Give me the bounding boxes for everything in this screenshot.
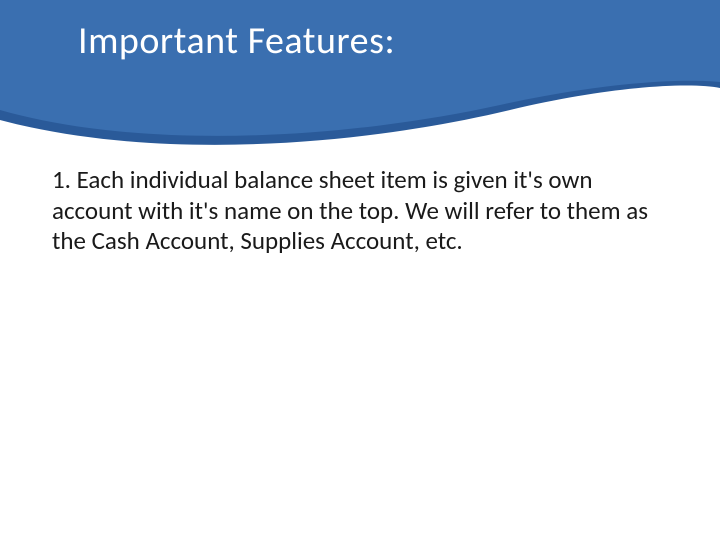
slide-body-text: 1. Each individual balance sheet item is… — [52, 165, 662, 257]
slide-title: Important Features: — [78, 18, 395, 64]
slide: Important Features: 1. Each individual b… — [0, 0, 720, 540]
